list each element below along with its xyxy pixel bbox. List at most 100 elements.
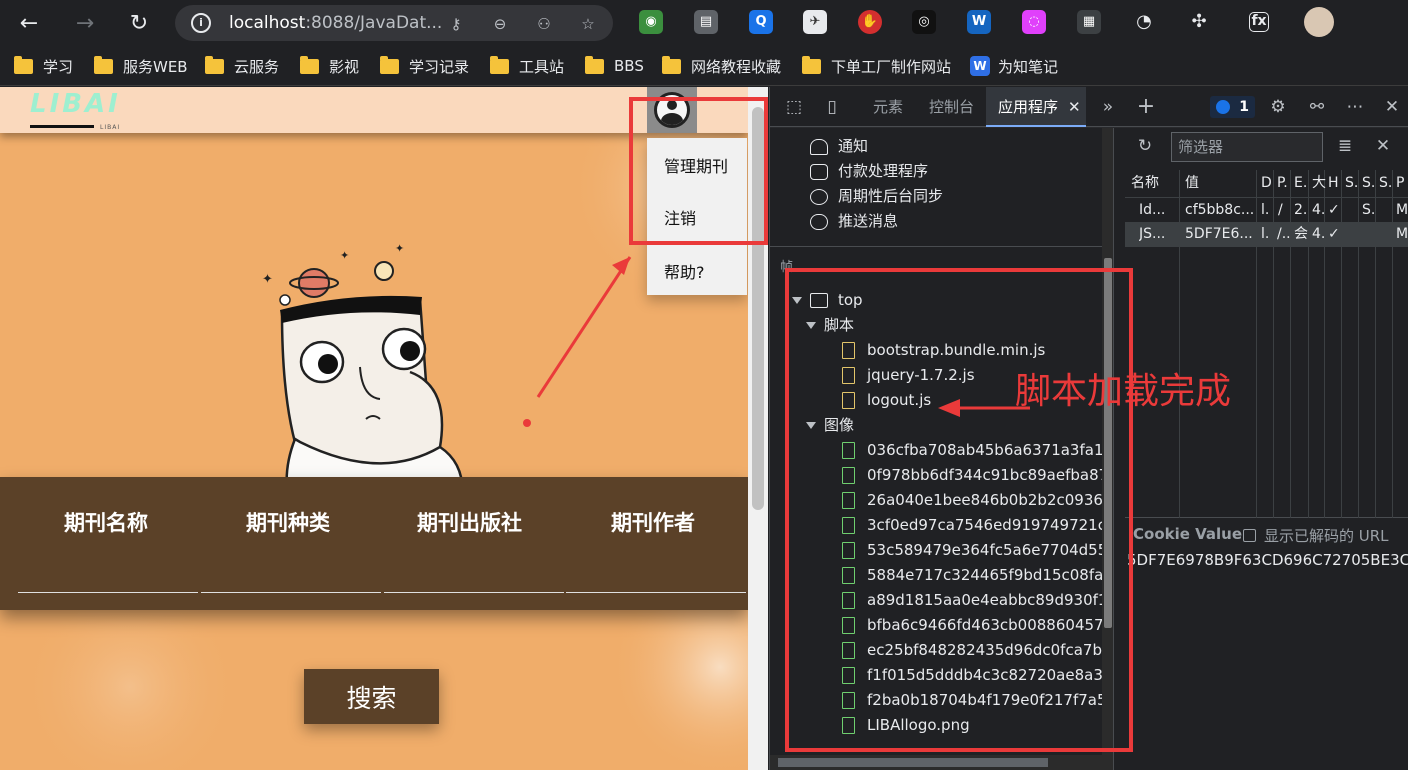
bookmark-folder[interactable]: 工具站 bbox=[490, 55, 564, 77]
bookmark-label: BBS bbox=[614, 57, 644, 75]
customize-icon[interactable]: ⚯ bbox=[1307, 97, 1327, 117]
annotation-arrow bbox=[938, 399, 1030, 417]
zoom-icon[interactable]: ⊖ bbox=[491, 15, 509, 33]
cookie-col-size[interactable]: 大 bbox=[1312, 170, 1326, 196]
cookie-col-path[interactable]: P. bbox=[1277, 170, 1288, 196]
cookie-col-name[interactable]: 名称 bbox=[1131, 170, 1159, 196]
tree-item-periodic-sync[interactable]: 周期性后台同步 bbox=[810, 184, 943, 208]
add-favorite-icon[interactable]: ☆ bbox=[579, 15, 597, 33]
folder-icon bbox=[490, 55, 509, 74]
more-tabs-icon[interactable]: » bbox=[1098, 97, 1118, 117]
tab-console[interactable]: 控制台 bbox=[929, 87, 974, 127]
cookie-cell: /.. bbox=[1277, 226, 1291, 242]
cookie-col-sameparty[interactable]: S. bbox=[1379, 170, 1392, 196]
bookmark-label: 下单工厂制作网站 bbox=[831, 57, 952, 76]
wiz-note-icon: W bbox=[970, 56, 990, 76]
issues-badge[interactable]: 1 bbox=[1210, 96, 1255, 118]
site-logo[interactable]: LIBAI bbox=[30, 89, 121, 119]
cookie-cell: 4. bbox=[1312, 226, 1326, 242]
close-devtools-icon[interactable]: ✕ bbox=[1382, 97, 1402, 117]
account-icon[interactable]: ⚇ bbox=[535, 15, 553, 33]
cookie-cell: l. bbox=[1261, 226, 1270, 242]
extension-globe-icon[interactable]: ◉ bbox=[639, 10, 663, 34]
extension-bird-icon[interactable]: ✈ bbox=[803, 10, 827, 34]
tab-application[interactable]: 应用程序 ✕ bbox=[986, 87, 1086, 127]
bookmark-folder[interactable]: 学习记录 bbox=[380, 55, 469, 77]
cookie-cell: Id... bbox=[1139, 202, 1166, 218]
search-button[interactable]: 搜索 bbox=[304, 669, 439, 724]
menu-item-help[interactable]: 帮助? bbox=[664, 259, 705, 283]
cookies-panel: ↻ 筛选器 ≣ ✕ 名称 值 D P. E. 大 H S. S. S. P Id… bbox=[1125, 128, 1408, 770]
extension-stop-icon[interactable]: ✋ bbox=[858, 10, 882, 34]
extension-reader-icon[interactable]: ▤ bbox=[694, 10, 718, 34]
column-divider bbox=[566, 592, 746, 593]
url-text[interactable]: localhost:8088/JavaDat... bbox=[229, 13, 442, 33]
settings-gear-icon[interactable]: ⚙ bbox=[1268, 97, 1288, 117]
cookie-col-value[interactable]: 值 bbox=[1185, 170, 1199, 196]
tree-item-notifications[interactable]: 通知 bbox=[810, 134, 868, 158]
performance-icon[interactable]: ◔ bbox=[1132, 10, 1156, 34]
cookie-value-text: 5DF7E6978B9F63CD696C72705BE3CC02 bbox=[1127, 551, 1408, 569]
forward-icon[interactable]: → bbox=[70, 8, 100, 38]
highlight-box-scripts bbox=[785, 268, 1133, 752]
close-tab-icon[interactable]: ✕ bbox=[1068, 98, 1081, 116]
show-decoded-url-checkbox[interactable]: 显示已解码的 URL bbox=[1243, 525, 1389, 546]
bookmark-folder[interactable]: 云服务 bbox=[205, 55, 279, 77]
bookmark-label: 影视 bbox=[329, 57, 360, 76]
column-divider bbox=[384, 592, 564, 593]
clear-all-icon[interactable]: ≣ bbox=[1335, 136, 1355, 156]
more-options-icon[interactable]: ⋯ bbox=[1345, 97, 1365, 117]
svg-text:✦: ✦ bbox=[340, 249, 349, 262]
extension-tabs-icon[interactable]: ▦ bbox=[1077, 10, 1101, 34]
column-journal-author: 期刊作者 bbox=[611, 511, 695, 535]
horizontal-scrollbar-thumb[interactable] bbox=[778, 758, 1048, 767]
extension-q-icon[interactable]: Q bbox=[749, 10, 773, 34]
cookie-cell: M bbox=[1396, 226, 1408, 242]
extensions-puzzle-icon[interactable]: ✣ bbox=[1187, 10, 1211, 34]
extension-w-icon[interactable]: W bbox=[967, 10, 991, 34]
journal-table-header: 期刊名称 期刊种类 期刊出版社 期刊作者 bbox=[0, 477, 748, 610]
devtools-tabbar: ⬚ ▯ 元素 控制台 应用程序 ✕ » + 1 ⚙ ⚯ ⋯ ✕ bbox=[770, 87, 1408, 127]
filter-input[interactable]: 筛选器 bbox=[1171, 132, 1323, 162]
tree-item-push-messages[interactable]: 推送消息 bbox=[810, 209, 898, 233]
cookie-col-secure[interactable]: S. bbox=[1345, 170, 1358, 196]
cookie-row[interactable]: Id... cf5bb8c... l. / 2. 4. ✓ S. M bbox=[1125, 197, 1408, 222]
cookie-col-httponly[interactable]: H bbox=[1328, 170, 1339, 196]
cookie-col-domain[interactable]: D bbox=[1261, 170, 1272, 196]
profile-avatar[interactable] bbox=[1304, 7, 1334, 37]
address-bar[interactable]: i localhost:8088/JavaDat... ⚷ ⊖ ⚇ ☆ bbox=[175, 5, 613, 41]
cookie-col-samesite[interactable]: S. bbox=[1362, 170, 1375, 196]
folder-icon bbox=[662, 55, 681, 74]
bookmark-folder[interactable]: 服务WEB bbox=[94, 55, 188, 77]
inspect-icon[interactable]: ⬚ bbox=[784, 97, 804, 117]
cloud-icon bbox=[810, 213, 828, 230]
extension-color-icon[interactable]: ◌ bbox=[1022, 10, 1046, 34]
bookmark-folder[interactable]: 网络教程收藏 bbox=[662, 55, 781, 77]
bookmark-folder[interactable]: 下单工厂制作网站 bbox=[802, 55, 951, 77]
add-tab-icon[interactable]: + bbox=[1136, 96, 1156, 118]
back-icon[interactable]: ← bbox=[14, 8, 44, 38]
cookie-col-priority[interactable]: P bbox=[1396, 170, 1404, 196]
cookie-cell: ✓ bbox=[1328, 226, 1340, 242]
key-icon[interactable]: ⚷ bbox=[447, 15, 465, 33]
device-toggle-icon[interactable]: ▯ bbox=[822, 97, 842, 117]
annotation-text: 脚本加载完成 bbox=[1015, 371, 1232, 412]
bookmark-folder[interactable]: 影视 bbox=[300, 55, 359, 77]
cookie-col-expires[interactable]: E. bbox=[1294, 170, 1307, 196]
tab-elements[interactable]: 元素 bbox=[873, 87, 903, 127]
site-info-icon[interactable]: i bbox=[191, 13, 211, 33]
bookmark-folder[interactable]: BBS bbox=[585, 55, 644, 77]
bookmark-note[interactable]: W 为知笔记 bbox=[970, 55, 1058, 77]
card-icon bbox=[810, 163, 828, 180]
checkbox-icon[interactable] bbox=[1243, 529, 1256, 542]
folder-icon bbox=[94, 55, 113, 74]
extension-glasses-icon[interactable]: ◎ bbox=[912, 10, 936, 34]
refresh-cookies-icon[interactable]: ↻ bbox=[1135, 136, 1155, 156]
collections-icon[interactable]: fx bbox=[1249, 12, 1269, 32]
tree-horizontal-scrollbar[interactable] bbox=[770, 755, 1102, 770]
bookmark-folder[interactable]: 学习 bbox=[14, 55, 73, 77]
refresh-icon[interactable]: ↻ bbox=[124, 8, 154, 38]
tree-item-payment-handler[interactable]: 付款处理程序 bbox=[810, 159, 928, 183]
cookie-row-selected[interactable]: JS... 5DF7E6... l. /.. 会 4. ✓ M bbox=[1125, 222, 1408, 247]
delete-selected-icon[interactable]: ✕ bbox=[1373, 136, 1393, 156]
